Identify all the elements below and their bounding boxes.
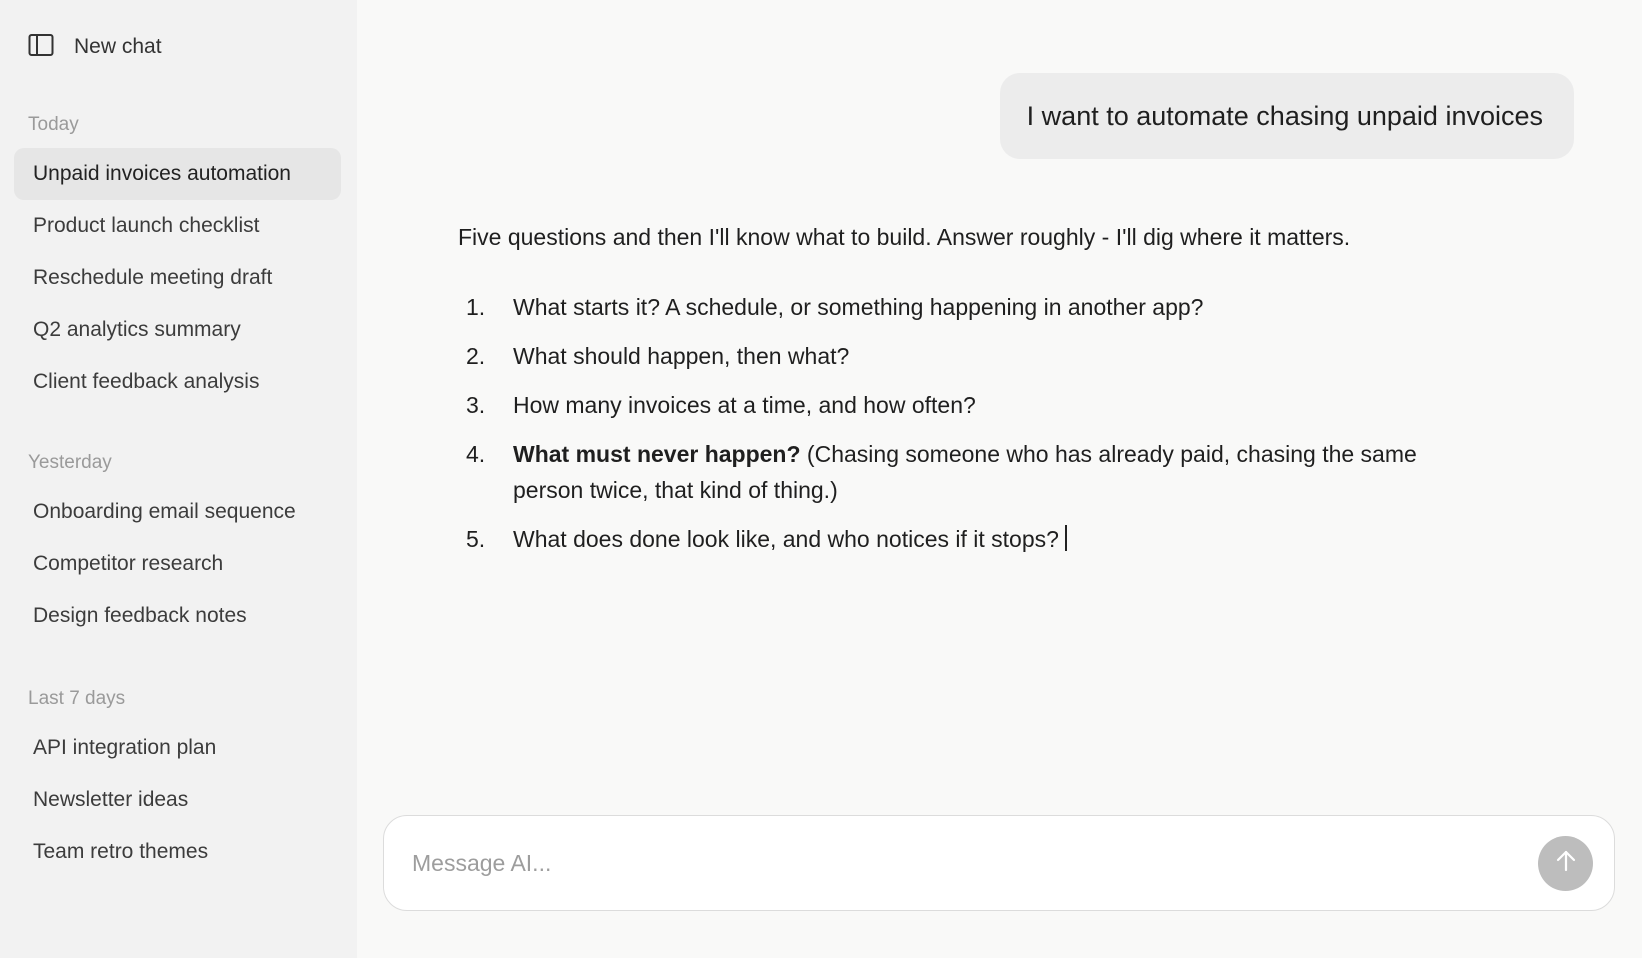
question-body: What starts it? A schedule, or something…	[513, 294, 1204, 320]
chat-history-item[interactable]: API integration plan	[14, 722, 341, 774]
sidebar: New chat Today Unpaid invoices automatio…	[0, 0, 357, 958]
history-section-yesterday: Yesterday Onboarding email sequence Comp…	[0, 452, 357, 642]
question-number: 1.	[466, 294, 486, 320]
streaming-cursor	[1064, 525, 1067, 551]
chat-history-item[interactable]: Onboarding email sequence	[14, 486, 341, 538]
question-number: 5.	[466, 526, 486, 552]
question-text: How many invoices at a time, and how oft…	[513, 387, 1443, 423]
chat-history-item[interactable]: Design feedback notes	[14, 590, 341, 642]
question-item: 2. What should happen, then what?	[458, 338, 1458, 374]
new-chat-label: New chat	[74, 35, 162, 58]
message-input[interactable]	[410, 848, 1538, 878]
question-number: 2.	[466, 343, 486, 369]
chat-history-item[interactable]: Product launch checklist	[14, 200, 341, 252]
history-section-today: Today Unpaid invoices automation Product…	[0, 114, 357, 408]
question-number: 3.	[466, 392, 486, 418]
question-item: 1. What starts it? A schedule, or someth…	[458, 289, 1458, 325]
assistant-message: Five questions and then I'll know what t…	[458, 222, 1458, 570]
assistant-intro: Five questions and then I'll know what t…	[458, 224, 1351, 250]
history-section-last-7-days: Last 7 days API integration plan Newslet…	[0, 688, 357, 878]
send-button[interactable]	[1538, 835, 1593, 891]
chat-history-item[interactable]: Unpaid invoices automation	[14, 148, 341, 200]
question-body: What does done look like, and who notice…	[513, 526, 1059, 552]
question-list: 1. What starts it? A schedule, or someth…	[458, 289, 1458, 557]
chat-history-item[interactable]: Q2 analytics summary	[14, 304, 341, 356]
question-text: What must never happen? (Chasing someone…	[513, 436, 1443, 508]
question-text: What should happen, then what?	[513, 338, 1443, 374]
question-number: 4.	[466, 441, 486, 467]
user-message-bubble: I want to automate chasing unpaid invoic…	[999, 73, 1574, 159]
chat-history-item[interactable]: Team retro themes	[14, 826, 341, 878]
question-bold: What must never happen?	[513, 441, 801, 467]
question-item: 3. How many invoices at a time, and how …	[458, 387, 1458, 423]
section-heading: Last 7 days	[28, 688, 126, 709]
question-body: How many invoices at a time, and how oft…	[513, 392, 976, 418]
question-text: What does done look like, and who notice…	[513, 521, 1443, 557]
question-item: 5. What does done look like, and who not…	[458, 521, 1458, 557]
question-text: What starts it? A schedule, or something…	[513, 289, 1443, 325]
question-item: 4. What must never happen? (Chasing some…	[458, 436, 1458, 508]
chat-history-item[interactable]: Competitor research	[14, 538, 341, 590]
sidebar-toggle-icon[interactable]	[28, 33, 54, 62]
chat-main: I want to automate chasing unpaid invoic…	[357, 0, 1642, 958]
arrow-up-icon	[1553, 848, 1579, 879]
question-body: What should happen, then what?	[513, 343, 850, 369]
chat-history-item[interactable]: Client feedback analysis	[14, 356, 341, 408]
chat-history-item[interactable]: Reschedule meeting draft	[14, 252, 341, 304]
section-heading: Yesterday	[28, 452, 112, 473]
section-heading: Today	[28, 114, 79, 135]
message-composer	[383, 815, 1615, 911]
chat-history-item[interactable]: Newsletter ideas	[14, 774, 341, 826]
new-chat-button[interactable]: New chat	[0, 30, 357, 64]
